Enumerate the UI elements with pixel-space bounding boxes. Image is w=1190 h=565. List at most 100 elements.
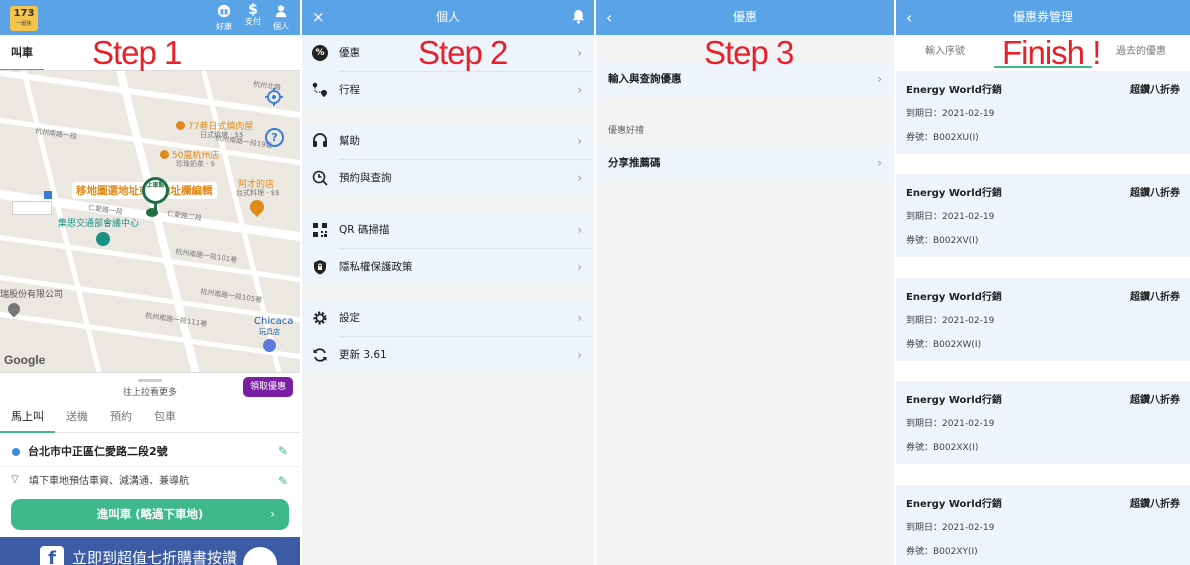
shop-icon[interactable] <box>263 339 276 352</box>
chevron-right-icon: › <box>877 72 882 86</box>
pickup-row[interactable]: 台北市中正區仁愛路二段2號 ✎ <box>0 439 300 467</box>
fork-knife-icon[interactable] <box>247 197 267 217</box>
offers-topbar: ‹ 優惠 <box>596 0 894 35</box>
section-header: 優惠好禮 <box>608 126 645 136</box>
poi-company[interactable]: 瑞股份有限公司 <box>0 287 63 300</box>
ad-text: 立即到超值七折購書按讚 <box>72 549 238 565</box>
nav-label: 好康 <box>216 22 232 31</box>
logo-number: 173 <box>13 8 35 19</box>
tab-label: 叫車 <box>11 46 33 59</box>
headset-icon <box>313 133 327 147</box>
locate-me-button[interactable] <box>264 87 284 107</box>
coupon-code: 券號：B002XV(I) <box>906 236 979 246</box>
facebook-icon: f <box>40 546 64 565</box>
museum-icon[interactable] <box>96 232 110 246</box>
nav-label: 個人 <box>273 22 289 31</box>
drag-handle[interactable] <box>138 379 162 382</box>
menu-item-update[interactable]: 更新 3.61 › <box>302 337 594 374</box>
edit-pencil-icon[interactable]: ✎ <box>278 444 288 458</box>
step-label: Step 1 <box>92 34 182 71</box>
poi-conference[interactable]: 集思交通部會議中心 <box>58 216 139 229</box>
thumbs-up-icon <box>243 547 277 565</box>
tab-reserve[interactable]: 預約 <box>99 405 143 429</box>
menu-item-settings[interactable]: 設定 › <box>302 300 594 337</box>
menu-item-qr-scan[interactable]: QR 碼掃描 › <box>302 212 594 249</box>
profile-topbar: × 個人 <box>302 0 594 35</box>
coupon-manager-panel: ‹ 優惠券管理 輸入序號 我的優惠 過去的優惠 Energy World行銷 超… <box>896 0 1190 565</box>
help-button[interactable]: ? <box>265 128 284 147</box>
poi-chicaca[interactable]: Chicaca <box>254 316 293 327</box>
ad-banner[interactable]: f 立即到超值七折購書按讚 <box>0 537 300 565</box>
tab-call-car[interactable]: 叫車 <box>0 35 44 71</box>
menu-item-privacy[interactable]: 隱私權保護政策 › <box>302 249 594 286</box>
coupon-card[interactable]: Energy World行銷 超鑽八折券 到期日：2021-02-19 券號：B… <box>896 485 1190 565</box>
coupon-expiry: 到期日：2021-02-19 <box>906 109 995 119</box>
coupon-discount: 超鑽八折券 <box>1130 85 1180 96</box>
coupon-code: 券號：B002XW(I) <box>906 340 982 350</box>
coupon-topbar: ‹ 優惠券管理 <box>896 0 1190 35</box>
pickup-dot-icon <box>12 448 20 456</box>
coupon-code: 券號：B002XY(I) <box>906 547 978 557</box>
edit-pencil-icon[interactable]: ✎ <box>278 474 288 488</box>
coupon-issuer: Energy World行銷 <box>906 499 1002 510</box>
menu-item-share-referral[interactable]: 分享推薦碼 › <box>596 145 894 182</box>
crosshair-icon <box>265 88 283 106</box>
cup-icon <box>160 150 169 159</box>
route-icon <box>312 82 327 97</box>
coupon-card[interactable]: Energy World行銷 超鑽八折券 到期日：2021-02-19 券號：B… <box>896 278 1190 361</box>
nav-label: 支付 <box>245 17 261 26</box>
claim-promo-button[interactable]: 領取優惠 <box>242 377 293 397</box>
menu-item-help[interactable]: 幫助 › <box>302 123 594 160</box>
tutorial-collage: 173 一起快 好康 $ 支付 個人 叫車 77巷日式燒肉屋 日式燒烤 · $$… <box>0 0 1190 565</box>
coupon-card[interactable]: Energy World行銷 超鑽八折券 到期日：2021-02-19 券號：B… <box>896 381 1190 464</box>
ride-type-tabs: 馬上叫 送機 預約 包車 <box>0 405 300 433</box>
coupon-code: 券號：B002XU(I) <box>906 133 979 143</box>
button-label: 進叫車 (略過下車地) <box>96 507 204 521</box>
tab-charter[interactable]: 包車 <box>143 405 187 429</box>
bell-icon[interactable] <box>572 9 585 28</box>
map-building <box>12 201 52 215</box>
nav-profile[interactable]: 個人 <box>269 3 293 32</box>
nav-payment[interactable]: $ 支付 <box>241 3 265 27</box>
street-label: 杭州南路一段105巷 <box>199 287 263 305</box>
menu-label: QR 碼掃描 <box>339 224 390 236</box>
chevron-right-icon: › <box>577 134 582 148</box>
nav-deals[interactable]: 好康 <box>212 3 236 32</box>
shield-lock-icon <box>314 260 326 275</box>
gift-icon <box>217 4 231 18</box>
pickup-address: 台北市中正區仁愛路二段2號 <box>28 445 168 458</box>
tab-immediate[interactable]: 馬上叫 <box>0 405 55 433</box>
page-title: 優惠券管理 <box>1012 10 1073 24</box>
tab-airport[interactable]: 送機 <box>55 405 99 429</box>
dropoff-row[interactable]: ▽ 填下車地預估車資、減溝通、兼導航 ✎ <box>0 469 300 495</box>
pin-label: 上車點 <box>146 182 165 189</box>
dropoff-triangle-icon: ▽ <box>11 474 19 485</box>
google-logo: Google <box>4 353 46 367</box>
coupon-issuer: Energy World行銷 <box>906 85 1002 96</box>
question-icon: ? <box>271 131 278 144</box>
tab-enter-code[interactable]: 輸入序號 <box>896 35 994 69</box>
coupon-card[interactable]: Energy World行銷 超鑽八折券 到期日：2021-02-19 券號：B… <box>896 174 1190 257</box>
coupon-discount: 超鑽八折券 <box>1130 292 1180 303</box>
coupon-discount: 超鑽八折券 <box>1130 499 1180 510</box>
chevron-right-icon: › <box>577 311 582 325</box>
coupon-issuer: Energy World行銷 <box>906 395 1002 406</box>
dollar-icon: $ <box>248 2 258 18</box>
map-view[interactable]: 77巷日式燒肉屋 日式燒烤 · $$ 50嵐杭州店 珍珠奶茶 · $ 阿才的店 … <box>0 71 300 374</box>
app-logo[interactable]: 173 一起快 <box>10 6 38 31</box>
coupon-code: 券號：B002XX(I) <box>906 443 979 453</box>
step-label: Step 3 <box>704 34 794 71</box>
tab-past-offers[interactable]: 過去的優惠 <box>1092 35 1190 69</box>
chevron-right-icon: › <box>577 223 582 237</box>
menu-item-trips[interactable]: 行程 › <box>302 72 594 109</box>
coupon-card[interactable]: Energy World行銷 超鑽八折券 到期日：2021-02-19 券號：B… <box>896 71 1190 154</box>
chevron-right-icon: › <box>577 171 582 185</box>
bottom-sheet[interactable]: 往上拉看更多 領取優惠 馬上叫 送機 預約 包車 台北市中正區仁愛路二段2號 ✎… <box>0 372 300 565</box>
coupon-expiry: 到期日：2021-02-19 <box>906 419 995 429</box>
pickup-pin[interactable]: 上車點 <box>142 177 169 204</box>
go-call-car-button[interactable]: 進叫車 (略過下車地) › <box>11 499 289 530</box>
menu-item-reservations[interactable]: 預約與查詢 › <box>302 160 594 197</box>
page-title: 優惠 <box>732 10 757 24</box>
profile-menu-panel: × 個人 % 優惠 › 行程 › 幫助 › 預約與查詢 › QR 碼掃描 › 隱… <box>302 0 594 565</box>
refresh-icon <box>313 348 327 362</box>
